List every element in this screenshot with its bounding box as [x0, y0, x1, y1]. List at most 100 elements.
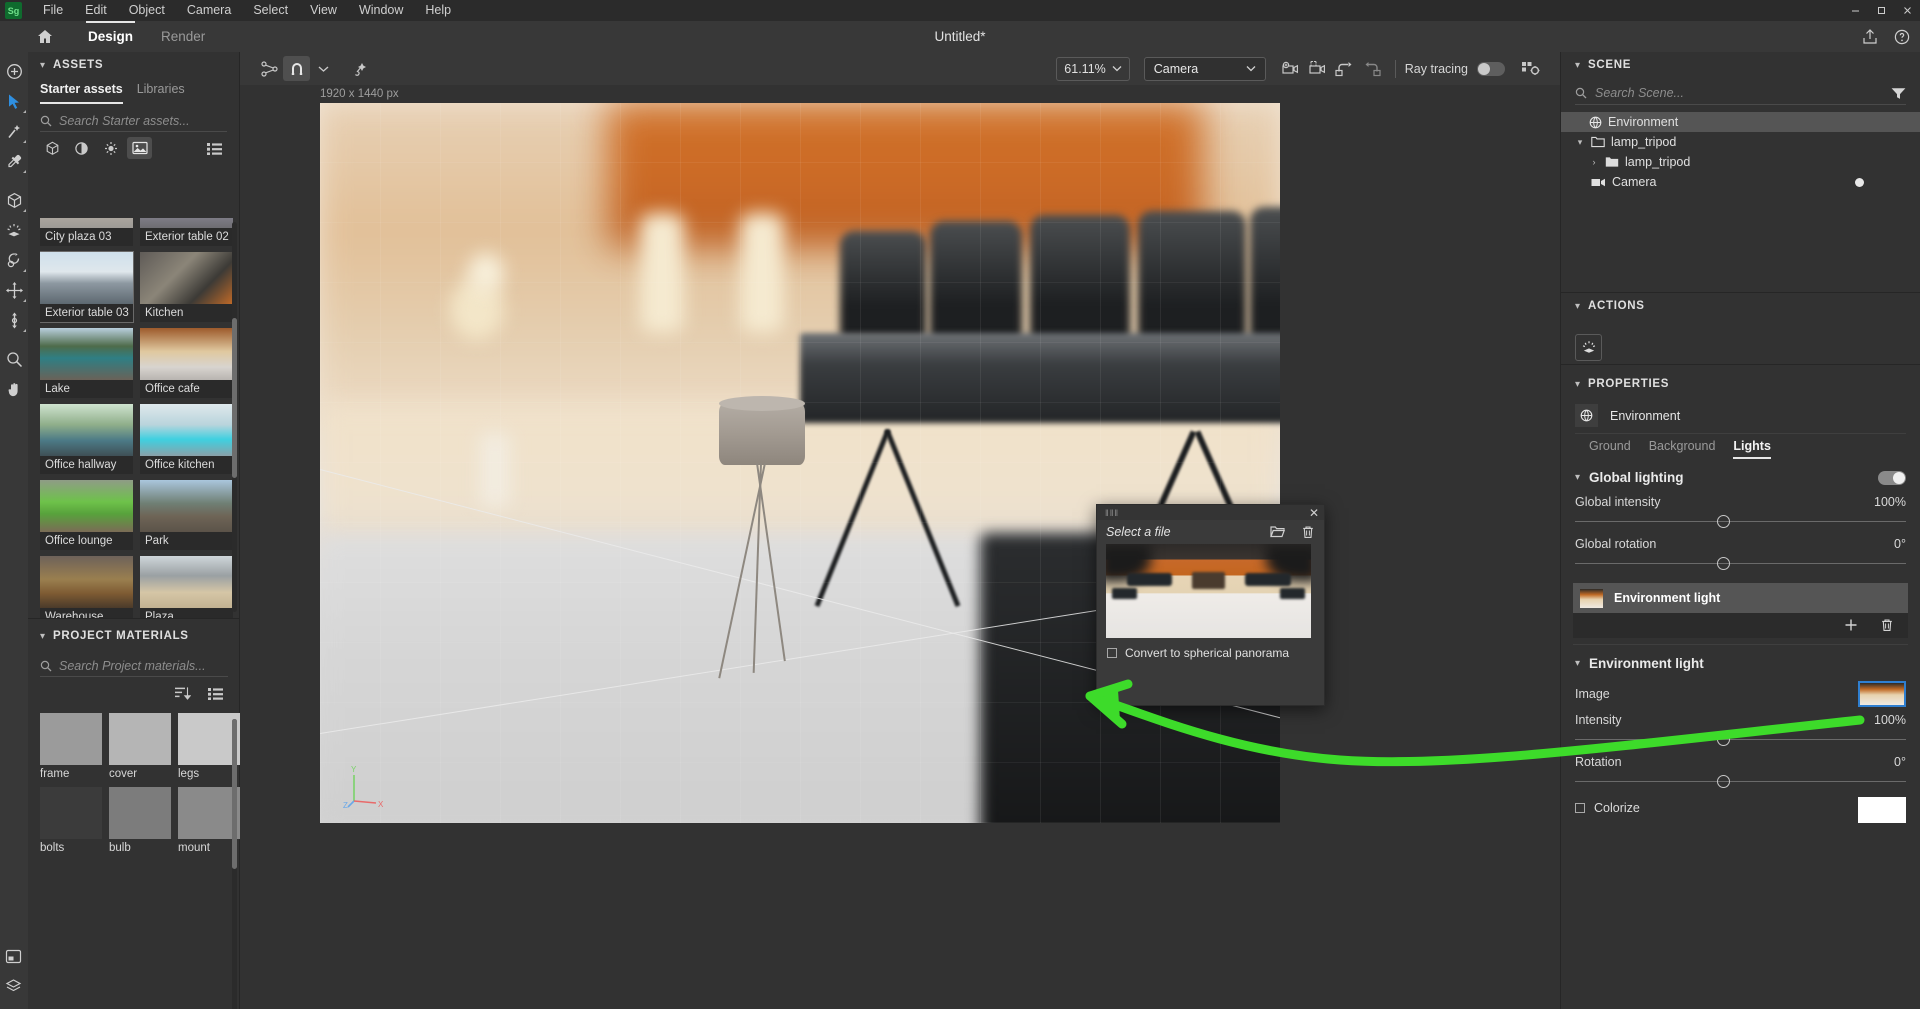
tab-starter-assets[interactable]: Starter assets: [40, 82, 123, 104]
camera-frame-icon[interactable]: [1305, 56, 1332, 81]
trash-icon[interactable]: [1301, 525, 1315, 539]
environment-image-swatch[interactable]: [1858, 681, 1906, 707]
assets-scrollbar-track[interactable]: [232, 222, 237, 612]
move-tool[interactable]: [1, 277, 27, 303]
list-view-toggle[interactable]: [202, 137, 227, 159]
minimize-button[interactable]: [1842, 0, 1868, 21]
filter-icon[interactable]: [1891, 87, 1906, 100]
asset-item[interactable]: Exterior table 03: [40, 251, 134, 323]
colorize-color-swatch[interactable]: [1858, 797, 1906, 823]
tab-background[interactable]: Background: [1649, 439, 1716, 459]
menu-view[interactable]: View: [299, 0, 348, 21]
eyedropper-tool[interactable]: [1, 148, 27, 174]
chevron-down-icon[interactable]: ▾: [1575, 137, 1585, 148]
slider-knob[interactable]: [1717, 557, 1731, 570]
snap-magnet-icon[interactable]: [283, 56, 310, 81]
asset-item[interactable]: Exterior table 02: [140, 218, 233, 246]
add-object-tool[interactable]: [1, 58, 27, 84]
assets-panel-header[interactable]: ▾ ASSETS: [28, 52, 239, 78]
plus-icon[interactable]: [1844, 618, 1858, 632]
environments-filter-icon[interactable]: [127, 137, 152, 159]
select-file-popup[interactable]: ‖‖‖ ✕ Select a file Convert to spherical…: [1096, 504, 1325, 706]
viewport-canvas[interactable]: 1920 x 1440 px Y Z X: [240, 85, 1560, 1009]
physics-icon[interactable]: [347, 56, 374, 81]
environment-rotation-slider[interactable]: [1575, 773, 1906, 791]
asset-item[interactable]: Office cafe: [140, 328, 233, 398]
assets-scrollbar-thumb[interactable]: [232, 318, 237, 478]
global-intensity-slider[interactable]: [1575, 513, 1906, 531]
camera-active-indicator[interactable]: [1855, 177, 1864, 187]
camera-redo-icon[interactable]: [1359, 56, 1386, 81]
scale-vertical-tool[interactable]: [1, 307, 27, 333]
materials-search-input[interactable]: [59, 658, 228, 673]
environment-light-header[interactable]: ▾ Environment light: [1561, 645, 1920, 675]
scene-panel-header[interactable]: ▾ SCENE: [1561, 52, 1920, 78]
global-lighting-toggle[interactable]: [1878, 470, 1906, 485]
scene-search-input[interactable]: [1595, 86, 1883, 100]
close-button[interactable]: [1894, 0, 1920, 21]
camera-add-icon[interactable]: [1278, 56, 1305, 81]
tab-ground[interactable]: Ground: [1589, 439, 1631, 459]
convert-panorama-checkbox[interactable]: [1107, 648, 1117, 658]
chevron-right-icon[interactable]: ›: [1589, 157, 1599, 167]
layers-tool[interactable]: [0, 973, 26, 999]
asset-item[interactable]: Office kitchen: [140, 404, 233, 474]
render-settings-icon[interactable]: [1517, 56, 1544, 81]
asset-item[interactable]: Kitchen: [140, 252, 233, 322]
material-item[interactable]: frame: [40, 713, 102, 780]
menu-help[interactable]: Help: [414, 0, 462, 21]
material-item[interactable]: legs: [178, 713, 240, 780]
slider-knob[interactable]: [1717, 515, 1731, 528]
light-tool[interactable]: [1, 217, 27, 243]
asset-item[interactable]: Park: [140, 480, 233, 550]
menu-edit[interactable]: Edit: [74, 0, 118, 21]
actions-panel-header[interactable]: ▾ ACTIONS: [1561, 293, 1920, 319]
trash-icon[interactable]: [1880, 618, 1894, 632]
zoom-level-select[interactable]: 61.11%: [1056, 56, 1130, 81]
scene-node-environment[interactable]: Environment: [1561, 112, 1920, 132]
menu-window[interactable]: Window: [348, 0, 414, 21]
tab-libraries[interactable]: Libraries: [137, 82, 185, 104]
slider-knob[interactable]: [1717, 733, 1731, 746]
asset-item[interactable]: Warehouse: [40, 556, 133, 618]
materials-panel-header[interactable]: ▾ PROJECT MATERIALS: [28, 623, 240, 649]
slider-knob[interactable]: [1717, 775, 1731, 788]
materials-scrollbar-thumb[interactable]: [232, 719, 237, 869]
zoom-tool[interactable]: [1, 346, 27, 372]
magic-wand-tool[interactable]: [1, 118, 27, 144]
asset-item[interactable]: City plaza 03: [40, 218, 133, 246]
align-icon[interactable]: [256, 56, 283, 81]
assets-search-input[interactable]: [59, 113, 227, 128]
material-item[interactable]: cover: [109, 713, 171, 780]
scene-node-camera[interactable]: Camera: [1561, 172, 1920, 192]
asset-item[interactable]: Office lounge: [40, 480, 133, 550]
menu-select[interactable]: Select: [242, 0, 299, 21]
object-tool[interactable]: [1, 187, 27, 213]
close-icon[interactable]: ✕: [1309, 507, 1319, 519]
asset-item[interactable]: Lake: [40, 328, 133, 398]
pan-tool[interactable]: [1, 376, 27, 402]
popup-image-preview[interactable]: [1106, 544, 1311, 638]
lamp-shade[interactable]: [719, 396, 805, 465]
render-preview[interactable]: Y Z X: [320, 103, 1280, 823]
material-item[interactable]: bolts: [40, 787, 102, 854]
scene-node-lamp-tripod-group[interactable]: ▾ lamp_tripod: [1561, 132, 1920, 152]
list-icon[interactable]: [203, 682, 228, 704]
materials-scrollbar-track[interactable]: [232, 719, 237, 1009]
global-lighting-header[interactable]: ▾ Global lighting: [1561, 459, 1920, 489]
tab-lights[interactable]: Lights: [1733, 439, 1771, 459]
materials-filter-icon[interactable]: [69, 137, 94, 159]
menu-file[interactable]: File: [32, 0, 74, 21]
convert-panorama-row[interactable]: Convert to spherical panorama: [1097, 638, 1324, 660]
colorize-check-row[interactable]: Colorize: [1575, 797, 1640, 815]
maximize-button[interactable]: [1868, 0, 1894, 21]
scene-node-lamp-tripod-child[interactable]: › lamp_tripod: [1561, 152, 1920, 172]
light-list-item[interactable]: Environment light: [1573, 583, 1908, 613]
lights-filter-icon[interactable]: [98, 137, 123, 159]
colorize-checkbox[interactable]: [1575, 803, 1585, 813]
folder-open-icon[interactable]: [1270, 525, 1285, 539]
library-tool[interactable]: [0, 943, 26, 969]
material-item[interactable]: bulb: [109, 787, 171, 854]
camera-undo-icon[interactable]: [1332, 56, 1359, 81]
popup-drag-handle[interactable]: ‖‖‖ ✕: [1097, 505, 1324, 520]
